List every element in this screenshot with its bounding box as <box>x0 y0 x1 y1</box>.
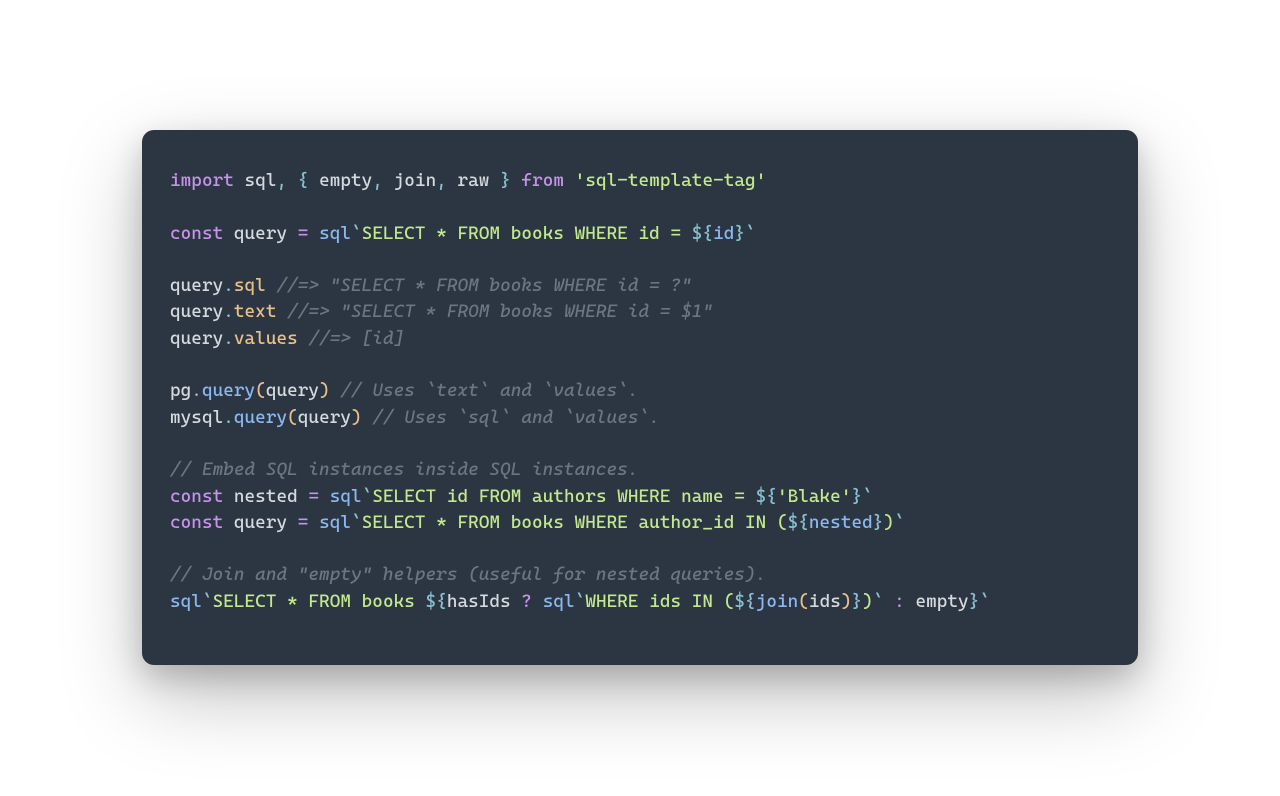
kw-from: from <box>521 170 564 191</box>
kw-import: import <box>170 170 234 191</box>
comment: // Uses `text` and `values`. <box>340 380 638 401</box>
comment: // Uses `sql` and `values`. <box>372 407 659 428</box>
interp-close: } <box>852 591 863 612</box>
quote: ' <box>575 170 586 191</box>
interp-close: } <box>873 512 884 533</box>
backtick: ` <box>745 223 756 244</box>
paren-close: ) <box>351 407 362 428</box>
arg-query: query <box>266 380 319 401</box>
ternary-q: ? <box>521 591 532 612</box>
prop-sql: sql <box>234 275 266 296</box>
ident-query: query <box>170 301 223 322</box>
paren-open: ( <box>798 591 809 612</box>
tag-sql: sql <box>319 512 351 533</box>
ident-query: query <box>170 275 223 296</box>
backtick: ` <box>351 512 362 533</box>
interp-open: ${ <box>756 486 777 507</box>
ident-raw: raw <box>458 170 490 191</box>
brace-close: } <box>489 170 510 191</box>
ident-id: id <box>713 223 734 244</box>
template-text: ) <box>862 591 873 612</box>
template-text: SELECT * FROM books <box>213 591 426 612</box>
dot: . <box>223 407 234 428</box>
backtick: ` <box>862 486 873 507</box>
interp-open: ${ <box>734 591 755 612</box>
ident-empty: empty <box>319 170 372 191</box>
comment: // Join and "empty" helpers (useful for … <box>170 564 766 585</box>
brace-open: { <box>298 170 319 191</box>
paren-close: ) <box>841 591 852 612</box>
code-block: import sql, { empty, join, raw } from 's… <box>170 168 1110 615</box>
interp-open: ${ <box>426 591 447 612</box>
method-query: query <box>202 380 255 401</box>
string-module: sql-template-tag <box>585 170 755 191</box>
ident-nested: nested <box>234 486 298 507</box>
interp-open: ${ <box>788 512 809 533</box>
paren-close: ) <box>319 380 330 401</box>
paren-open: ( <box>287 407 298 428</box>
tag-sql: sql <box>543 591 575 612</box>
prop-values: values <box>234 328 298 349</box>
fn-join: join <box>756 591 799 612</box>
op-eq: = <box>298 223 309 244</box>
ident-sql: sql <box>245 170 277 191</box>
ident-hasids: hasIds <box>447 591 511 612</box>
ident-query: query <box>234 223 287 244</box>
backtick: ` <box>979 591 990 612</box>
backtick: ` <box>575 591 586 612</box>
interp-close: } <box>734 223 745 244</box>
template-text: SELECT * FROM books WHERE id = <box>362 223 692 244</box>
method-query: query <box>234 407 287 428</box>
paren-open: ( <box>255 380 266 401</box>
kw-const: const <box>170 486 223 507</box>
dot: . <box>191 380 202 401</box>
interp-open: ${ <box>692 223 713 244</box>
dot: . <box>223 301 234 322</box>
ident-empty: empty <box>915 591 968 612</box>
ident-nested: nested <box>809 512 873 533</box>
template-text: SELECT * FROM books WHERE author_id IN ( <box>362 512 788 533</box>
op-eq: = <box>308 486 319 507</box>
template-text: WHERE ids IN ( <box>585 591 734 612</box>
backtick: ` <box>894 512 905 533</box>
ident-query: query <box>170 328 223 349</box>
comma: , <box>436 170 457 191</box>
ident-ids: ids <box>809 591 841 612</box>
ident-pg: pg <box>170 380 191 401</box>
backtick: ` <box>362 486 373 507</box>
comma: , <box>372 170 393 191</box>
comment: //=> "SELECT * FROM books WHERE id = $1" <box>287 301 713 322</box>
code-card: import sql, { empty, join, raw } from 's… <box>142 130 1138 665</box>
backtick: ` <box>873 591 884 612</box>
interp-close: } <box>969 591 980 612</box>
string-literal: 'Blake' <box>777 486 852 507</box>
ident-join: join <box>394 170 437 191</box>
tag-sql: sql <box>319 223 351 244</box>
op-eq: = <box>298 512 309 533</box>
arg-query: query <box>298 407 351 428</box>
template-text: SELECT id FROM authors WHERE name = <box>372 486 755 507</box>
comment: //=> "SELECT * FROM books WHERE id = ?" <box>277 275 692 296</box>
ident-mysql: mysql <box>170 407 223 428</box>
prop-text: text <box>234 301 277 322</box>
ternary-colon: : <box>894 591 905 612</box>
comment: //=> [id] <box>308 328 404 349</box>
tag-sql: sql <box>330 486 362 507</box>
tag-sql: sql <box>170 591 202 612</box>
ident-query: query <box>234 512 287 533</box>
dot: . <box>223 328 234 349</box>
dot: . <box>223 275 234 296</box>
backtick: ` <box>202 591 213 612</box>
backtick: ` <box>351 223 362 244</box>
comma: , <box>277 170 298 191</box>
comment: // Embed SQL instances inside SQL instan… <box>170 459 638 480</box>
kw-const: const <box>170 512 223 533</box>
kw-const: const <box>170 223 223 244</box>
template-text: ) <box>883 512 894 533</box>
quote: ' <box>756 170 767 191</box>
interp-close: } <box>851 486 862 507</box>
